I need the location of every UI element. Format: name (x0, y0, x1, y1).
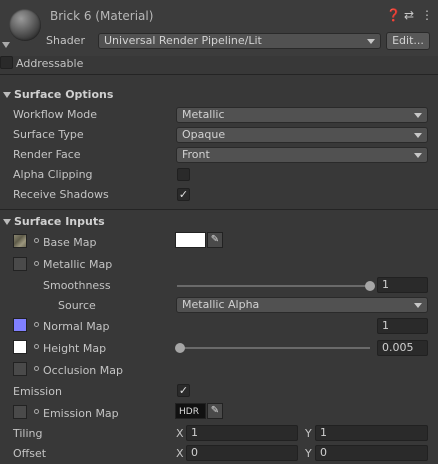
emission-map-label: Emission Map (43, 407, 119, 420)
offset-label: Offset (13, 447, 47, 460)
texture-picker-dot-icon[interactable] (34, 322, 39, 327)
emission-color-hdr-swatch[interactable]: HDR (175, 403, 206, 419)
addressable-checkbox[interactable] (0, 56, 13, 69)
render-face-value: Front (182, 148, 210, 161)
offset-y-field[interactable]: 0 (315, 445, 428, 461)
edit-shader-button[interactable]: Edit... (386, 32, 430, 50)
emission-map-texture-slot[interactable] (13, 405, 27, 419)
shader-label: Shader (46, 34, 85, 47)
tiling-y-label: Y (305, 427, 312, 440)
preview-expand-triangle-icon[interactable] (2, 42, 10, 48)
offset-x-label: X (176, 447, 184, 460)
normal-map-texture-slot[interactable] (13, 318, 27, 332)
shader-dropdown[interactable]: Universal Render Pipeline/Lit (98, 33, 381, 49)
eyedropper-icon[interactable]: ✎ (207, 232, 223, 248)
alpha-clipping-label: Alpha Clipping (13, 168, 93, 181)
surface-type-label: Surface Type (13, 128, 84, 141)
smoothness-label: Smoothness (43, 279, 111, 292)
smoothness-slider-track[interactable] (177, 285, 370, 287)
surface-type-dropdown[interactable]: Opaque (176, 127, 428, 143)
emission-checkbox[interactable]: ✓ (177, 384, 190, 397)
alpha-clipping-checkbox[interactable] (177, 168, 190, 181)
smoothness-slider-handle[interactable] (365, 281, 375, 291)
kebab-menu-icon[interactable]: ⋮ (421, 8, 433, 22)
texture-picker-dot-icon[interactable] (34, 366, 39, 371)
source-dropdown[interactable]: Metallic Alpha (176, 297, 428, 313)
base-map-label: Base Map (43, 236, 97, 249)
source-label: Source (58, 299, 96, 312)
height-value-field[interactable]: 0.005 (377, 340, 428, 356)
metallic-map-texture-slot[interactable] (13, 257, 27, 271)
texture-picker-dot-icon[interactable] (34, 409, 39, 414)
render-face-label: Render Face (13, 148, 81, 161)
texture-picker-dot-icon[interactable] (34, 238, 39, 243)
surface-options-foldout-icon[interactable] (3, 92, 11, 98)
tiling-label: Tiling (13, 427, 43, 440)
chevron-down-icon (414, 133, 422, 138)
height-slider-handle[interactable] (175, 343, 185, 353)
height-map-texture-slot[interactable] (13, 340, 27, 354)
shader-value: Universal Render Pipeline/Lit (104, 34, 262, 47)
metallic-map-label: Metallic Map (43, 258, 113, 271)
material-title: Brick 6 (Material) (50, 9, 154, 23)
workflow-mode-dropdown[interactable]: Metallic (176, 107, 428, 123)
base-map-texture-slot[interactable] (13, 234, 27, 248)
height-map-label: Height Map (43, 342, 107, 355)
height-slider-track[interactable] (177, 347, 370, 349)
offset-x-field[interactable]: 0 (186, 445, 298, 461)
normal-map-label: Normal Map (43, 320, 110, 333)
occlusion-map-label: Occlusion Map (43, 364, 123, 377)
surface-inputs-foldout-icon[interactable] (3, 219, 11, 225)
chevron-down-icon (414, 113, 422, 118)
material-preview-sphere[interactable] (9, 9, 41, 41)
source-value: Metallic Alpha (182, 298, 260, 311)
surface-inputs-header[interactable]: Surface Inputs (14, 215, 105, 228)
surface-options-header[interactable]: Surface Options (14, 88, 113, 101)
section-divider (0, 209, 438, 210)
offset-y-label: Y (305, 447, 312, 460)
normal-strength-field[interactable]: 1 (377, 318, 428, 334)
eyedropper-icon[interactable]: ✎ (207, 403, 223, 419)
preset-icon[interactable]: ⇄ (404, 8, 414, 22)
workflow-mode-label: Workflow Mode (13, 108, 97, 121)
tiling-y-field[interactable]: 1 (315, 425, 428, 441)
receive-shadows-label: Receive Shadows (13, 188, 109, 201)
help-icon[interactable]: ❓ (386, 8, 401, 22)
chevron-down-icon (414, 153, 422, 158)
tiling-x-field[interactable]: 1 (186, 425, 298, 441)
receive-shadows-checkbox[interactable]: ✓ (177, 188, 190, 201)
chevron-down-icon (367, 39, 375, 44)
tiling-x-label: X (176, 427, 184, 440)
chevron-down-icon (414, 303, 422, 308)
texture-picker-dot-icon[interactable] (34, 261, 39, 266)
occlusion-map-texture-slot[interactable] (13, 362, 27, 376)
render-face-dropdown[interactable]: Front (176, 147, 428, 163)
emission-label: Emission (13, 385, 62, 398)
header-divider (0, 74, 438, 75)
surface-type-value: Opaque (182, 128, 226, 141)
base-map-color-swatch[interactable] (175, 232, 206, 248)
texture-picker-dot-icon[interactable] (34, 344, 39, 349)
addressable-label: Addressable (16, 57, 84, 70)
smoothness-value-field[interactable]: 1 (377, 277, 428, 293)
workflow-mode-value: Metallic (182, 108, 225, 121)
